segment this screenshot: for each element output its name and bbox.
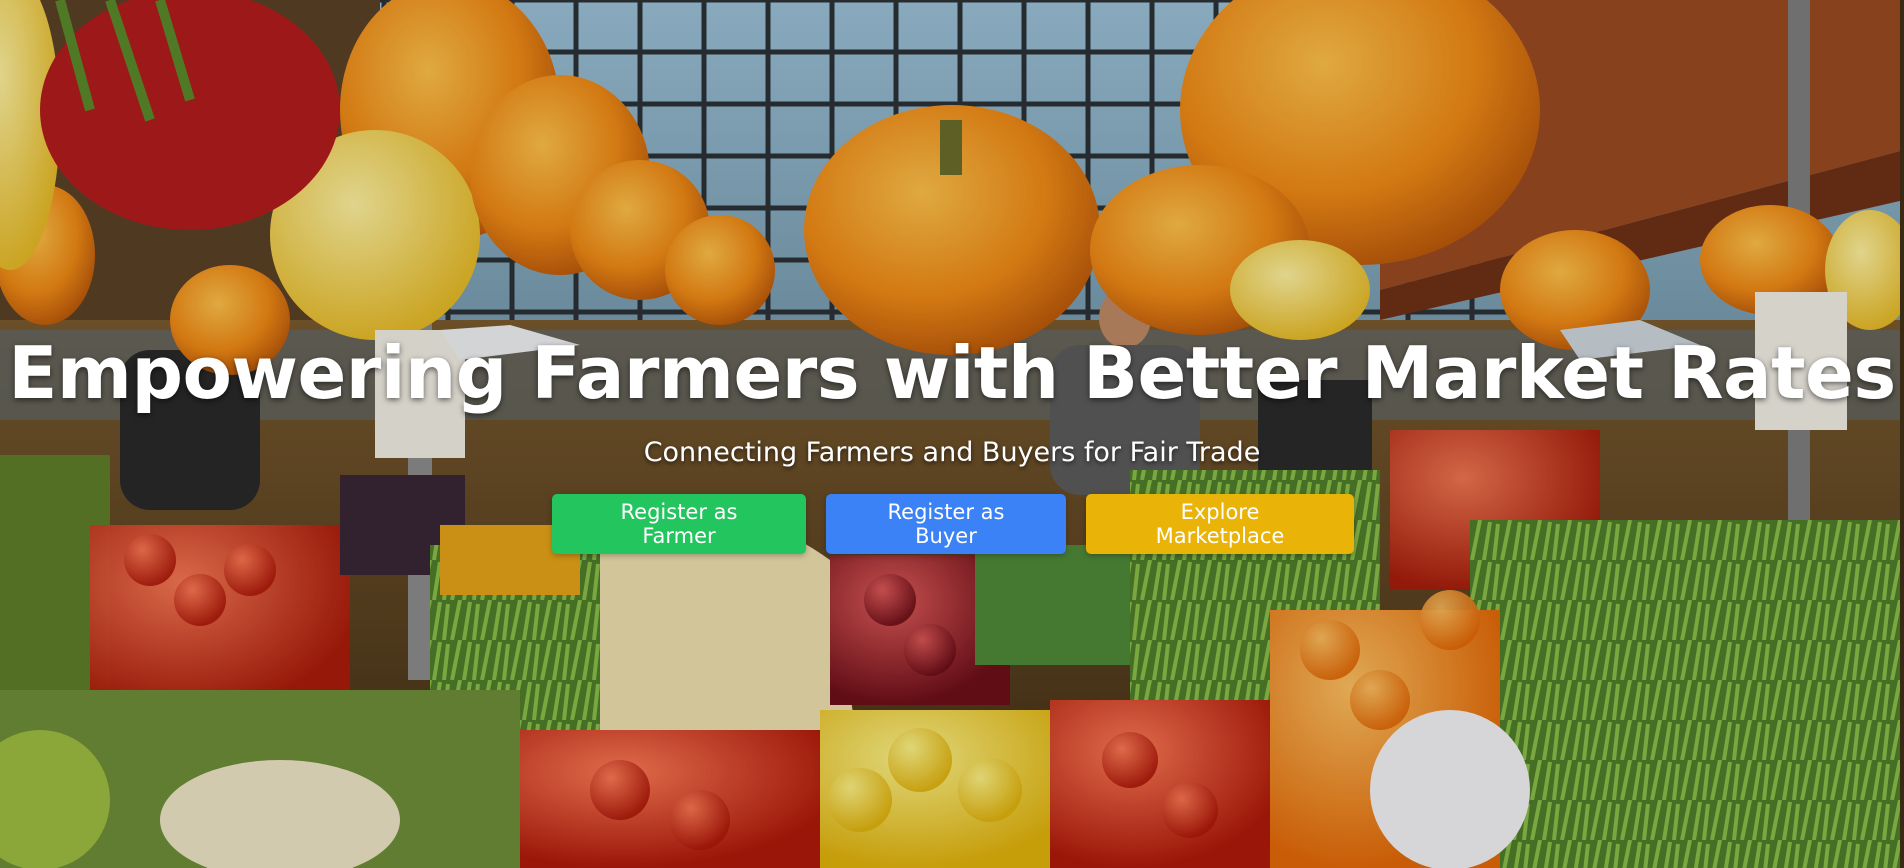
hero-content: Empowering Farmers with Better Market Ra… — [0, 328, 1904, 554]
register-farmer-button[interactable]: Register as Farmer — [552, 494, 806, 554]
register-buyer-button[interactable]: Register as Buyer — [826, 494, 1066, 554]
hero-section: Empowering Farmers with Better Market Ra… — [0, 0, 1904, 868]
hero-title: Empowering Farmers with Better Market Ra… — [8, 331, 1896, 415]
hero-subtitle: Connecting Farmers and Buyers for Fair T… — [643, 437, 1261, 468]
cta-button-group: Register as Farmer Register as Buyer Exp… — [0, 494, 1904, 554]
explore-marketplace-button[interactable]: Explore Marketplace — [1086, 494, 1354, 554]
